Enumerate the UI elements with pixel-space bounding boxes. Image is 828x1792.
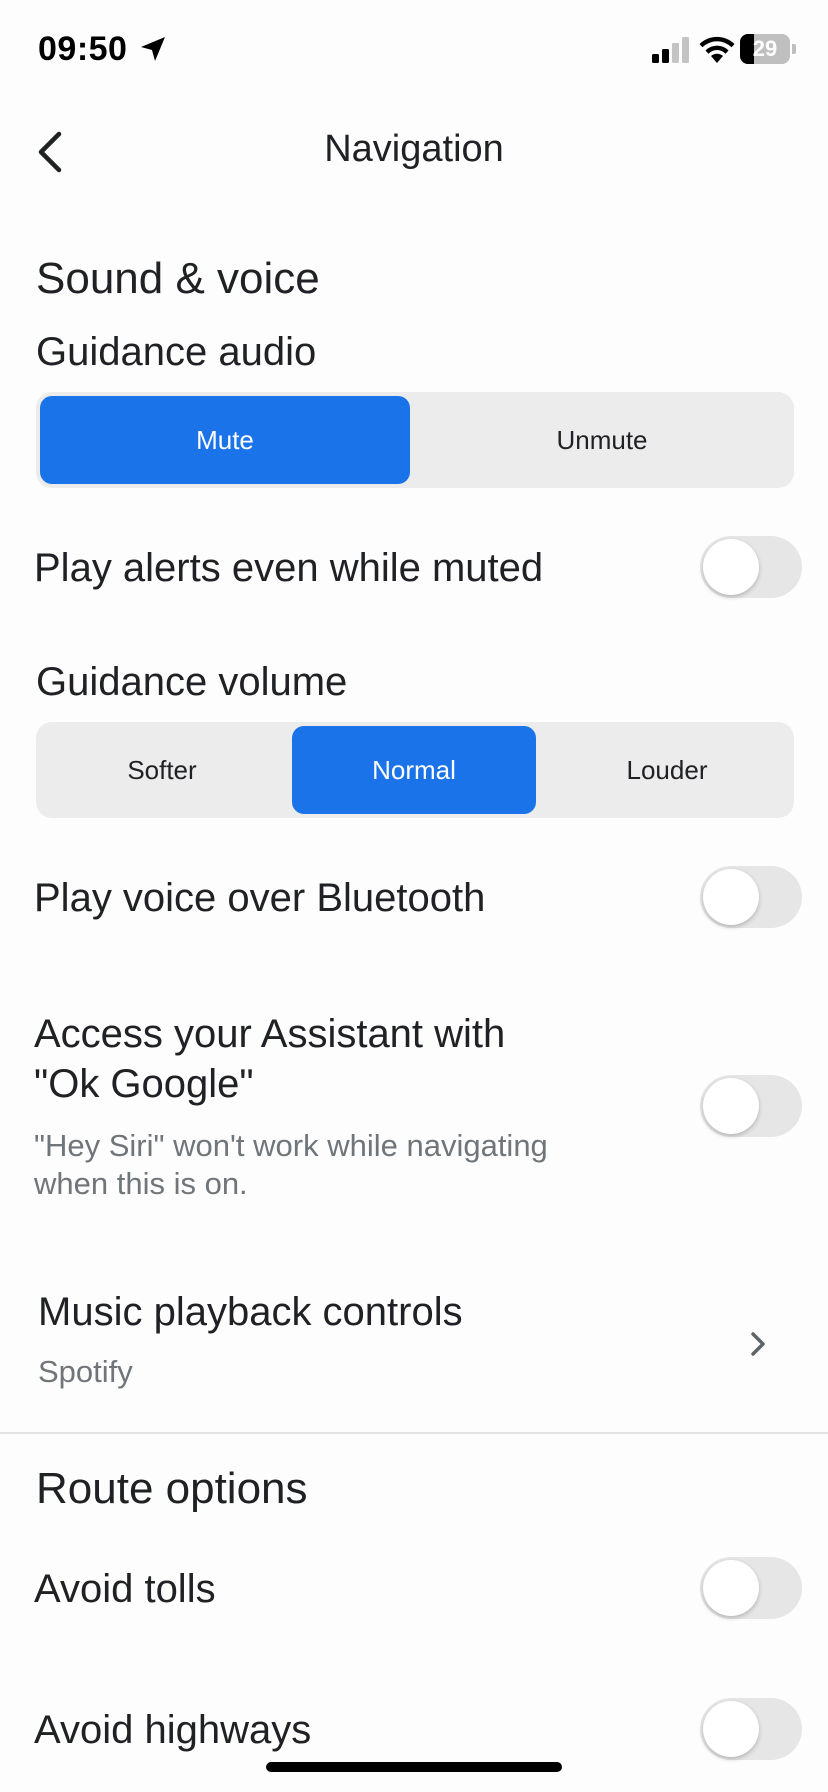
- battery-icon: 29: [740, 34, 796, 64]
- play-alerts-muted-toggle[interactable]: [700, 536, 802, 598]
- status-time: 09:50: [38, 30, 128, 68]
- ok-google-label-line1: Access your Assistant with: [34, 1012, 506, 1056]
- unmute-button[interactable]: Unmute: [414, 396, 790, 484]
- toggle-knob: [703, 539, 759, 595]
- avoid-highways-toggle[interactable]: [700, 1698, 802, 1760]
- section-divider: [0, 1432, 828, 1434]
- avoid-tolls-label: Avoid tolls: [34, 1567, 216, 1611]
- ok-google-label-line2: "Ok Google": [34, 1062, 254, 1106]
- guidance-audio-label: Guidance audio: [36, 330, 317, 374]
- wifi-icon: [699, 36, 735, 63]
- ok-google-description-line1: "Hey Siri" won't work while navigating: [34, 1128, 548, 1163]
- avoid-highways-label: Avoid highways: [34, 1708, 312, 1752]
- home-indicator[interactable]: [266, 1762, 562, 1772]
- normal-button[interactable]: Normal: [292, 726, 536, 814]
- music-playback-value: Spotify: [38, 1354, 133, 1389]
- play-alerts-muted-label: Play alerts even while muted: [34, 546, 544, 590]
- play-voice-bluetooth-label: Play voice over Bluetooth: [34, 876, 486, 920]
- softer-button[interactable]: Softer: [40, 726, 284, 814]
- play-voice-bluetooth-toggle[interactable]: [700, 866, 802, 928]
- section-title-sound-voice: Sound & voice: [36, 254, 320, 303]
- section-title-route-options: Route options: [36, 1464, 308, 1513]
- location-arrow-icon: [141, 37, 165, 61]
- toggle-knob: [703, 1560, 759, 1616]
- toggle-knob: [703, 869, 759, 925]
- music-playback-controls-row[interactable]: Music playback controls Spotify: [0, 1270, 828, 1420]
- guidance-audio-segmented-control: Mute Unmute: [36, 392, 794, 488]
- avoid-tolls-toggle[interactable]: [700, 1557, 802, 1619]
- cellular-signal-icon: [652, 37, 689, 63]
- guidance-volume-label: Guidance volume: [36, 660, 348, 704]
- mute-button[interactable]: Mute: [40, 396, 410, 484]
- ok-google-toggle[interactable]: [700, 1075, 802, 1137]
- status-bar: 09:50 29: [0, 0, 828, 100]
- battery-level: 29: [752, 36, 778, 61]
- guidance-volume-segmented-control: Softer Normal Louder: [36, 722, 794, 818]
- louder-button[interactable]: Louder: [544, 726, 790, 814]
- navigation-settings-screen: 09:50 29 Navigation Sound & voice Guidan…: [0, 0, 828, 1792]
- toggle-knob: [703, 1078, 759, 1134]
- page-title: Navigation: [324, 128, 504, 170]
- ok-google-description-line2: when this is on.: [34, 1166, 248, 1201]
- toggle-knob: [703, 1701, 759, 1757]
- music-playback-label: Music playback controls: [38, 1290, 463, 1334]
- chevron-right-icon: [751, 1332, 765, 1356]
